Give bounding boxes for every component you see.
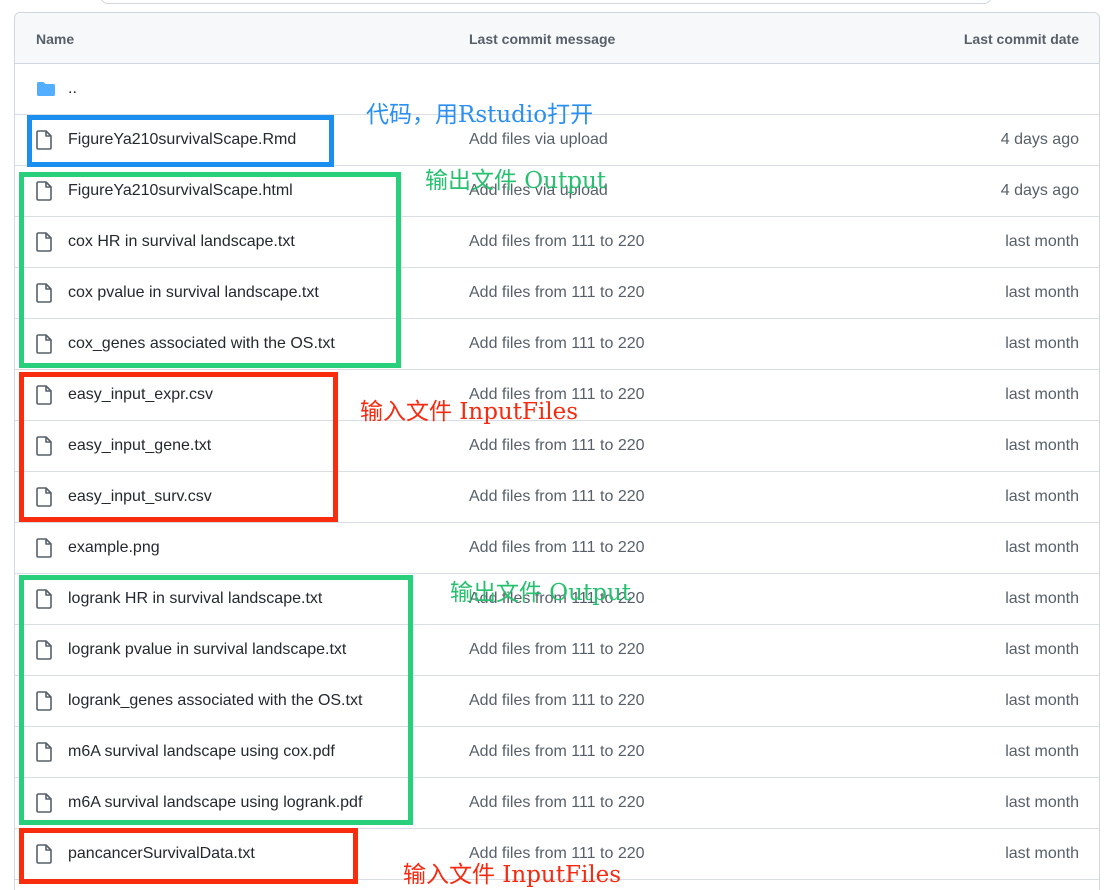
file-row[interactable]: FigureYa210survivalScape.html Add files v… xyxy=(15,166,1099,217)
file-name-link[interactable]: m6A survival landscape using cox.pdf xyxy=(68,743,335,761)
commit-message-link[interactable]: Add files via upload xyxy=(469,182,608,200)
file-icon xyxy=(36,283,52,303)
commit-message-link[interactable]: Add files from 111 to 220 xyxy=(469,641,645,659)
file-row[interactable]: cox pvalue in survival landscape.txt Add … xyxy=(15,268,1099,319)
file-icon xyxy=(36,385,52,405)
parent-directory-link[interactable]: .. xyxy=(68,80,77,98)
file-row[interactable]: easy_input_gene.txt Add files from 111 to… xyxy=(15,421,1099,472)
file-icon xyxy=(36,538,52,558)
file-icon xyxy=(36,232,52,252)
commit-date: last month xyxy=(1005,590,1079,607)
file-row[interactable]: logrank pvalue in survival landscape.txt… xyxy=(15,625,1099,676)
folder-icon xyxy=(36,81,55,101)
commit-message-link[interactable]: Add files from 111 to 220 xyxy=(469,692,645,710)
file-icon xyxy=(36,640,52,660)
commit-message-link[interactable]: Add files from 111 to 220 xyxy=(469,794,645,812)
file-name-link[interactable]: FigureYa210survivalScape.html xyxy=(68,182,293,200)
file-icon xyxy=(36,181,52,201)
commit-date: last month xyxy=(1005,641,1079,658)
commit-date: last month xyxy=(1005,335,1079,352)
file-row[interactable]: easy_input_surv.csv Add files from 111 to… xyxy=(15,472,1099,523)
commit-message-link[interactable]: Add files from 111 to 220 xyxy=(469,233,645,251)
file-icon xyxy=(36,436,52,456)
commit-date: last month xyxy=(1005,794,1079,811)
file-icon xyxy=(36,334,52,354)
commit-date: last month xyxy=(1005,743,1079,760)
file-icon xyxy=(36,691,52,711)
commit-date: last month xyxy=(1005,233,1079,250)
commit-date: 4 days ago xyxy=(1000,182,1079,199)
file-row[interactable]: FigureYa210survivalScape.Rmd Add files vi… xyxy=(15,115,1099,166)
file-name-link[interactable]: easy_input_expr.csv xyxy=(68,386,213,404)
commit-date: last month xyxy=(1005,692,1079,709)
header-last-commit-date: Last commit date xyxy=(963,31,1079,47)
file-row[interactable]: pancancerSurvivalData.txt Add files from … xyxy=(15,829,1099,880)
commit-date: last month xyxy=(1005,284,1079,301)
commit-message-link[interactable]: Add files from 111 to 220 xyxy=(469,284,645,302)
commit-date: 4 days ago xyxy=(1000,131,1079,148)
file-icon xyxy=(36,589,52,609)
file-row[interactable]: logrank_genes associated with the OS.txt… xyxy=(15,676,1099,727)
file-row[interactable]: easy_input_expr.csv Add files from 111 to… xyxy=(15,370,1099,421)
commit-message-link[interactable]: Add files from 111 to 220 xyxy=(469,386,645,404)
file-row[interactable]: m6A survival landscape using logrank.pdf… xyxy=(15,778,1099,829)
file-name-link[interactable]: example.png xyxy=(68,539,160,557)
table-header: Name Last commit message Last commit dat… xyxy=(15,13,1099,64)
header-last-commit-message: Last commit message xyxy=(469,31,616,47)
commit-date: last month xyxy=(1005,437,1079,454)
file-icon xyxy=(36,130,52,150)
commit-date: last month xyxy=(1005,845,1079,862)
file-row[interactable]: cox HR in survival landscape.txt Add file… xyxy=(15,217,1099,268)
file-row[interactable]: m6A survival landscape using cox.pdf Add … xyxy=(15,727,1099,778)
commit-date: last month xyxy=(1005,539,1079,556)
file-name-link[interactable]: FigureYa210survivalScape.Rmd xyxy=(68,131,296,149)
commit-message-link[interactable]: Add files from 111 to 220 xyxy=(469,590,645,608)
parent-directory-row[interactable]: .. xyxy=(15,64,1099,115)
file-name-link[interactable]: m6A survival landscape using logrank.pdf xyxy=(68,794,362,812)
header-name: Name xyxy=(36,31,75,47)
commit-date: last month xyxy=(1005,488,1079,505)
file-browser: Name Last commit message Last commit dat… xyxy=(0,0,1113,890)
file-name-link[interactable]: pancancerSurvivalData.txt xyxy=(68,845,255,863)
file-name-link[interactable]: cox_genes associated with the OS.txt xyxy=(68,335,335,353)
commit-message-link[interactable]: Add files from 111 to 220 xyxy=(469,743,645,761)
commit-message-link[interactable]: Add files from 111 to 220 xyxy=(469,437,645,455)
file-name-link[interactable]: easy_input_gene.txt xyxy=(68,437,211,455)
search-bar-edge[interactable] xyxy=(100,0,992,4)
file-icon xyxy=(36,844,52,864)
file-name-link[interactable]: logrank HR in survival landscape.txt xyxy=(68,590,322,608)
file-icon xyxy=(36,742,52,762)
file-row[interactable]: cox_genes associated with the OS.txt Add … xyxy=(15,319,1099,370)
file-name-link[interactable]: logrank_genes associated with the OS.txt xyxy=(68,692,362,710)
commit-message-link[interactable]: Add files from 111 to 220 xyxy=(469,488,645,506)
file-table: Name Last commit message Last commit dat… xyxy=(14,12,1100,890)
file-name-link[interactable]: cox HR in survival landscape.txt xyxy=(68,233,295,251)
commit-message-link[interactable]: Add files from 111 to 220 xyxy=(469,335,645,353)
commit-message-link[interactable]: Add files from 111 to 220 xyxy=(469,539,645,557)
file-icon xyxy=(36,487,52,507)
file-row[interactable]: logrank HR in survival landscape.txt Add … xyxy=(15,574,1099,625)
file-name-link[interactable]: logrank pvalue in survival landscape.txt xyxy=(68,641,346,659)
file-name-link[interactable]: cox pvalue in survival landscape.txt xyxy=(68,284,319,302)
commit-message-link[interactable]: Add files from 111 to 220 xyxy=(469,845,645,863)
commit-date: last month xyxy=(1005,386,1079,403)
file-icon xyxy=(36,793,52,813)
file-row[interactable]: example.png Add files from 111 to 220 last… xyxy=(15,523,1099,574)
commit-message-link[interactable]: Add files via upload xyxy=(469,131,608,149)
file-name-link[interactable]: easy_input_surv.csv xyxy=(68,488,212,506)
